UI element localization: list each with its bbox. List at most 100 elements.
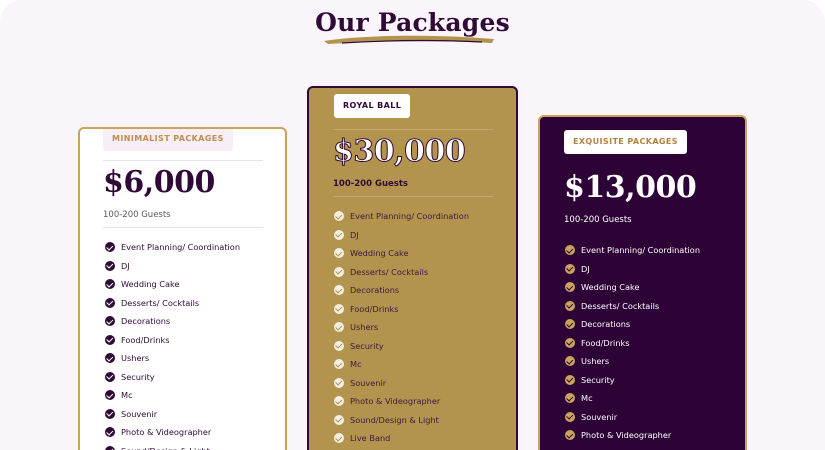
- divider: [333, 196, 493, 197]
- feature-label: Photo & Videographer: [121, 427, 212, 438]
- feature-item: DJ: [565, 260, 700, 279]
- divider: [103, 227, 263, 228]
- feature-item: Food/Drinks: [105, 331, 240, 350]
- feature-label: Event Planning/ Coordination: [350, 211, 470, 222]
- feature-label: Souvenir: [350, 377, 387, 388]
- check-circle-icon: [334, 322, 344, 333]
- check-circle-icon: [565, 245, 575, 256]
- feature-list: Event Planning/ Coordination DJ Wedding Ca…: [334, 207, 469, 448]
- feature-label: Ushers: [350, 322, 379, 333]
- check-circle-icon: [565, 300, 575, 311]
- feature-label: Food/Drinks: [350, 303, 399, 314]
- feature-item: Food/Drinks: [334, 300, 469, 319]
- check-circle-icon: [334, 248, 344, 259]
- package-name-badge: MINIMALIST PACKAGES: [103, 129, 233, 151]
- package-name-badge: ROYAL BALL: [334, 94, 411, 118]
- feature-label: Live Band: [350, 433, 391, 444]
- feature-item: Desserts/ Cocktails: [334, 263, 469, 282]
- package-price: $13,000: [564, 170, 697, 205]
- package-card-royal-ball[interactable]: ROYAL BALL $30,000 100-200 Guests Event …: [307, 86, 518, 450]
- check-circle-icon: [334, 414, 344, 425]
- feature-label: Event Planning/ Coordination: [581, 245, 701, 256]
- check-circle-icon: [334, 377, 344, 388]
- check-circle-icon: [105, 260, 115, 271]
- check-circle-icon: [565, 263, 575, 274]
- check-circle-icon: [105, 390, 115, 401]
- check-circle-icon: [334, 396, 344, 407]
- check-circle-icon: [105, 242, 115, 253]
- feature-label: DJ: [350, 229, 359, 240]
- feature-label: DJ: [121, 260, 130, 271]
- feature-label: Food/Drinks: [121, 334, 170, 345]
- feature-list: Event Planning/ Coordination DJ Wedding Ca…: [105, 238, 240, 450]
- brush-stroke-underline: [324, 35, 494, 44]
- check-circle-icon: [105, 297, 115, 308]
- feature-label: Food/Drinks: [581, 337, 630, 348]
- feature-item: DJ: [334, 226, 469, 245]
- check-circle-icon: [105, 408, 115, 419]
- feature-item: Security: [565, 371, 700, 390]
- feature-item: Photo & Videographer: [565, 426, 700, 445]
- check-circle-icon: [334, 266, 344, 277]
- feature-item: Mc: [565, 389, 700, 408]
- check-circle-icon: [565, 430, 575, 441]
- check-circle-icon: [334, 229, 344, 240]
- feature-item: Souvenir: [334, 374, 469, 393]
- feature-item: Decorations: [565, 315, 700, 334]
- feature-label: Mc: [350, 359, 362, 370]
- feature-label: Ushers: [581, 356, 610, 367]
- feature-item: Sound/Design & Light: [334, 411, 469, 430]
- feature-item: Security: [334, 337, 469, 356]
- feature-label: Security: [350, 340, 384, 351]
- package-guests: 100-200 Guests: [103, 210, 171, 220]
- feature-label: Photo & Videographer: [350, 396, 441, 407]
- feature-item: Desserts/ Cocktails: [105, 294, 240, 313]
- package-card-minimalist[interactable]: MINIMALIST PACKAGES $6,000 100-200 Guest…: [78, 127, 287, 450]
- feature-label: Wedding Cake: [350, 248, 409, 259]
- check-circle-icon: [334, 433, 344, 444]
- package-price: $6,000: [103, 165, 215, 200]
- feature-item: Wedding Cake: [105, 275, 240, 294]
- packages-section: Our Packages MINIMALIST PACKAGES $6,000 …: [0, 0, 825, 450]
- feature-item: Event Planning/ Coordination: [334, 207, 469, 226]
- divider: [333, 129, 493, 130]
- feature-label: Wedding Cake: [121, 279, 180, 290]
- feature-item: Sound/Design & Light: [105, 442, 240, 450]
- feature-item: Mc: [334, 355, 469, 374]
- feature-item: Security: [105, 368, 240, 387]
- feature-item: Food/Drinks: [565, 334, 700, 353]
- feature-item: Ushers: [565, 352, 700, 371]
- feature-label: Sound/Design & Light: [350, 414, 439, 425]
- check-circle-icon: [105, 353, 115, 364]
- feature-item: Event Planning/ Coordination: [105, 238, 240, 257]
- feature-label: Mc: [121, 390, 133, 401]
- package-price: $30,000: [332, 134, 466, 170]
- check-circle-icon: [334, 303, 344, 314]
- feature-item: Photo & Videographer: [334, 392, 469, 411]
- feature-list: Event Planning/ Coordination DJ Wedding Ca…: [565, 241, 700, 445]
- feature-item: Wedding Cake: [565, 278, 700, 297]
- feature-item: Event Planning/ Coordination: [565, 241, 700, 260]
- feature-item: Photo & Videographer: [105, 423, 240, 442]
- feature-item: Ushers: [334, 318, 469, 337]
- feature-label: Photo & Videographer: [581, 430, 672, 441]
- check-circle-icon: [334, 211, 344, 222]
- divider: [103, 160, 263, 161]
- package-card-exquisite[interactable]: EXQUISITE PACKAGES $13,000 100-200 Guest…: [538, 115, 747, 450]
- feature-label: Desserts/ Cocktails: [121, 297, 200, 308]
- feature-item: Decorations: [105, 312, 240, 331]
- feature-item: Souvenir: [565, 408, 700, 427]
- check-circle-icon: [565, 319, 575, 330]
- check-circle-icon: [105, 445, 115, 450]
- feature-item: Desserts/ Cocktails: [565, 297, 700, 316]
- feature-label: Ushers: [121, 353, 150, 364]
- feature-item: Decorations: [334, 281, 469, 300]
- feature-item: DJ: [105, 257, 240, 276]
- check-circle-icon: [105, 334, 115, 345]
- feature-label: Souvenir: [121, 408, 158, 419]
- check-circle-icon: [334, 359, 344, 370]
- check-circle-icon: [334, 285, 344, 296]
- check-circle-icon: [565, 393, 575, 404]
- feature-label: Security: [581, 374, 615, 385]
- feature-item: Souvenir: [105, 405, 240, 424]
